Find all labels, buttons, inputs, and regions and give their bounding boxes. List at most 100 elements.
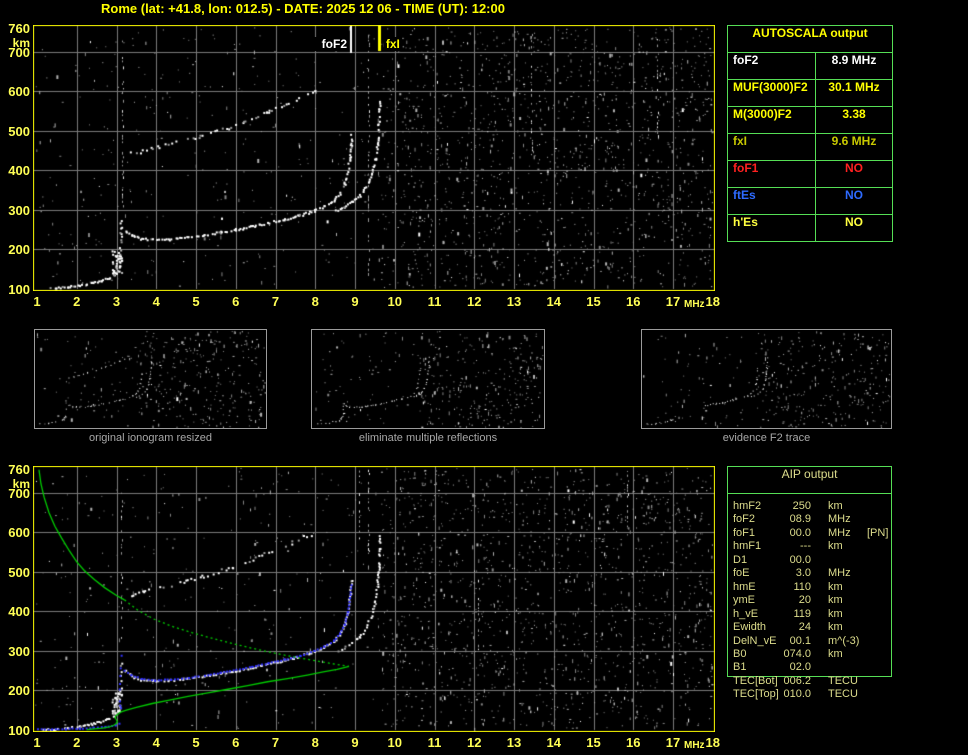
bottom-ionogram-plot bbox=[33, 466, 715, 732]
autoscala-row-fxi: fxI 9.6 MHz bbox=[728, 134, 892, 161]
aip-row-hme: hmE 110 km bbox=[727, 581, 892, 594]
aip-row-tec-bot-: TEC[Bot] 006.2 TECU bbox=[727, 675, 892, 688]
aip-value: 074.0 bbox=[783, 647, 811, 660]
y-axis-tick-label: 300 bbox=[8, 202, 30, 218]
x-axis-tick-label: 13 bbox=[506, 735, 522, 750]
param-value: 30.1 MHz bbox=[828, 80, 880, 94]
mhz-unit-label: MHz bbox=[684, 740, 705, 751]
aip-value: 006.2 bbox=[783, 674, 811, 687]
aip-unit: MHz bbox=[828, 513, 851, 526]
aip-unit: MHz bbox=[828, 526, 851, 539]
x-axis-tick-label: 16 bbox=[626, 735, 641, 750]
panel-eliminate-canvas bbox=[312, 330, 544, 428]
y-axis-tick-label: 400 bbox=[8, 604, 30, 620]
aip-row-b0: B0 074.0 km bbox=[727, 648, 892, 661]
aip-row-foe: foE 3.0 MHz bbox=[727, 567, 892, 580]
param-label: h'Es bbox=[728, 215, 816, 241]
x-axis-tick-label: 12 bbox=[467, 735, 482, 750]
param-label: MUF(3000)F2 bbox=[728, 80, 816, 106]
panel-caption-eliminate: eliminate multiple reflections bbox=[358, 432, 498, 444]
aip-unit: TECU bbox=[828, 674, 858, 687]
aip-name: B0 bbox=[733, 647, 747, 660]
aip-value: 010.0 bbox=[783, 688, 811, 701]
autoscala-table-title: AUTOSCALA output bbox=[728, 26, 892, 53]
autoscala-output-table: AUTOSCALA output foF2 8.9 MHz MUF(3000)F2 3… bbox=[727, 25, 893, 242]
param-label: fxI bbox=[728, 134, 816, 160]
autoscala-row-fof1: foF1 NO bbox=[728, 161, 892, 188]
param-label: ftEs bbox=[728, 188, 816, 214]
panel-eliminate-reflections bbox=[311, 329, 545, 429]
param-value: 8.9 MHz bbox=[831, 53, 877, 67]
aip-row-d1: D1 00.0 bbox=[727, 554, 892, 567]
y-axis-tick-label: 500 bbox=[8, 564, 30, 580]
param-label: foF2 bbox=[728, 53, 816, 79]
aip-value: 02.0 bbox=[789, 661, 811, 674]
aip-name: hmE bbox=[733, 580, 756, 593]
bottom-ionogram-canvas bbox=[33, 466, 715, 732]
x-axis-tick-label: 9 bbox=[351, 735, 359, 750]
autoscala-screen: Rome (lat: +41.8, lon: 012.5) - DATE: 20… bbox=[0, 0, 968, 755]
mhz-unit-label: MHz bbox=[684, 299, 705, 310]
panel-evidence-f2 bbox=[641, 329, 892, 429]
x-axis-tick-label: 4 bbox=[152, 294, 160, 309]
y-axis-tick-label: 500 bbox=[8, 123, 30, 139]
aip-unit: m^(-3) bbox=[828, 634, 860, 647]
aip-name: hmF2 bbox=[733, 500, 762, 512]
aip-table-title: AIP output bbox=[728, 467, 891, 494]
y-axis-tick-label: 100 bbox=[8, 282, 30, 297]
aip-row-fof1: foF1 00.0 MHz [PN] bbox=[727, 527, 892, 540]
x-axis-tick-label: 2 bbox=[73, 735, 81, 750]
aip-name: foF1 bbox=[733, 526, 756, 539]
top-ionogram-canvas bbox=[33, 25, 715, 291]
x-axis-tick-label: 10 bbox=[387, 294, 402, 309]
y-axis-tick-label: 760 bbox=[8, 20, 30, 36]
aip-value: 3.0 bbox=[795, 567, 811, 580]
aip-unit: km bbox=[828, 500, 843, 512]
x-axis-tick-label: 14 bbox=[546, 294, 561, 309]
aip-row-tec-top-: TEC[Top] 010.0 TECU bbox=[727, 688, 892, 701]
param-value: 9.6 MHz bbox=[831, 134, 877, 148]
x-axis-tick-label: 16 bbox=[626, 294, 641, 309]
x-axis-tick-label: 7 bbox=[271, 294, 280, 309]
autoscala-row-ftes: ftEs NO bbox=[728, 188, 892, 215]
aip-value: 08.9 bbox=[789, 513, 811, 526]
x-axis-tick-label: 8 bbox=[311, 294, 319, 309]
aip-row-ewidth: Ewidth 24 km bbox=[727, 621, 892, 634]
x-axis-tick-label: 11 bbox=[427, 294, 442, 309]
aip-value: 119 bbox=[793, 607, 811, 620]
aip-unit: MHz bbox=[828, 567, 851, 580]
autoscala-row-h-es: h'Es NO bbox=[728, 215, 892, 241]
aip-name: B1 bbox=[733, 661, 747, 674]
aip-unit: TECU bbox=[828, 688, 858, 701]
aip-value: 24 bbox=[798, 621, 811, 634]
aip-name: foE bbox=[733, 567, 750, 580]
aip-row-hmf1: hmF1 --- km bbox=[727, 540, 892, 553]
aip-row-fof2: foF2 08.9 MHz bbox=[727, 513, 892, 526]
param-label: foF1 bbox=[728, 161, 816, 187]
aip-value: 110 bbox=[793, 580, 811, 593]
x-axis-tick-label: 3 bbox=[112, 294, 121, 309]
y-axis-tick-label: 600 bbox=[8, 84, 30, 100]
param-label: M(3000)F2 bbox=[728, 107, 816, 133]
aip-unit: km bbox=[828, 621, 843, 634]
x-axis-tick-label: 7 bbox=[271, 735, 280, 750]
x-axis-tick-label: 4 bbox=[152, 735, 160, 750]
param-value: NO bbox=[845, 188, 863, 202]
aip-row-deln-ve: DelN_vE 00.1 m^(-3) bbox=[727, 635, 892, 648]
km-unit-label: km bbox=[12, 35, 30, 50]
autoscala-row-fof2: foF2 8.9 MHz bbox=[728, 53, 892, 80]
aip-name: hmF1 bbox=[733, 540, 762, 553]
x-axis-tick-label: 10 bbox=[387, 735, 402, 750]
x-axis-tick-label: 5 bbox=[192, 735, 200, 750]
x-axis-tick-label: 3 bbox=[112, 735, 121, 750]
x-axis-tick-label: 2 bbox=[73, 294, 81, 309]
aip-value: 00.0 bbox=[789, 553, 811, 566]
autoscala-row-muf-3000-f2: MUF(3000)F2 30.1 MHz bbox=[728, 80, 892, 107]
aip-row-yme: ymE 20 km bbox=[727, 594, 892, 607]
aip-row-hmf2: hmF2 250 km bbox=[727, 500, 892, 513]
aip-name: Ewidth bbox=[733, 621, 767, 634]
fof2-marker-label: foF2 bbox=[289, 37, 350, 51]
y-axis-tick-label: 100 bbox=[8, 723, 30, 738]
aip-name: D1 bbox=[733, 553, 748, 566]
aip-value: 250 bbox=[792, 500, 811, 512]
